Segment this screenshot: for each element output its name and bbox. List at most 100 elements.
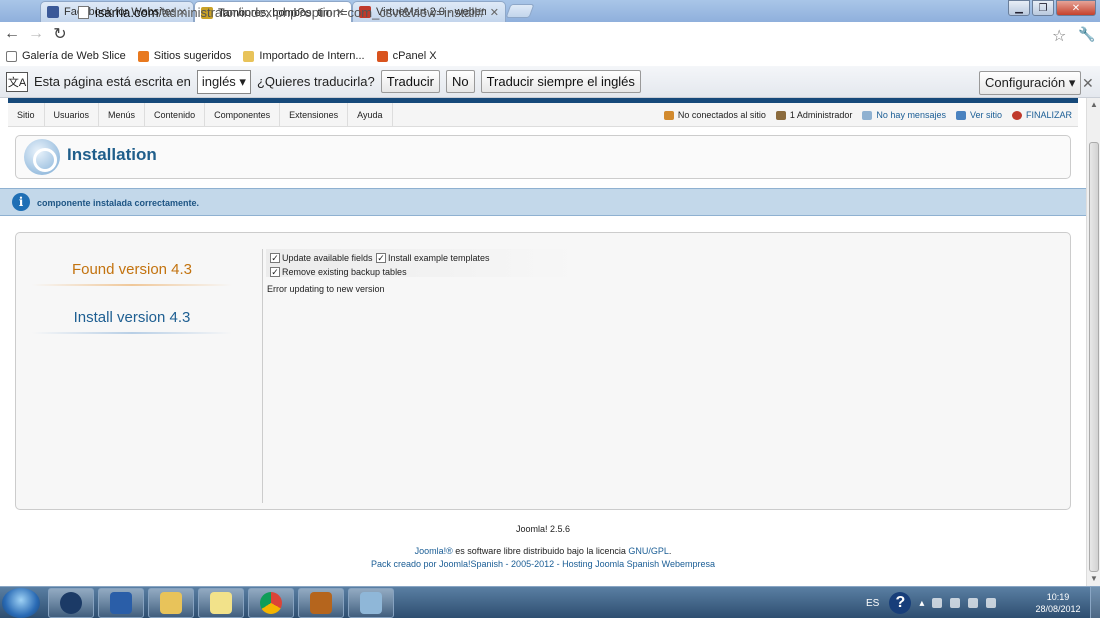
- windows-taskbar: ES ? ▴ 10:19 28/08/2012: [0, 586, 1100, 618]
- folder-icon: [160, 592, 182, 614]
- menu-extensiones[interactable]: Extensiones: [280, 103, 349, 127]
- system-message: i componente instalada correctamente.: [0, 188, 1086, 216]
- bookmark-imported-folder[interactable]: Importado de Intern...: [243, 50, 365, 62]
- bookmark-web-slice[interactable]: Galería de Web Slice: [6, 50, 126, 62]
- menu-ayuda[interactable]: Ayuda: [348, 103, 393, 127]
- menu-usuarios[interactable]: Usuarios: [45, 103, 100, 127]
- install-templates-checkbox[interactable]: ✓: [376, 253, 386, 263]
- language-select[interactable]: inglés ▾: [196, 69, 251, 94]
- no-translate-button[interactable]: No: [445, 70, 475, 93]
- sticky-note-icon: [210, 592, 232, 614]
- status-label: 1 Administrador: [789, 110, 853, 120]
- power-icon: [1011, 110, 1022, 120]
- facebook-favicon-icon: [47, 6, 59, 18]
- address-bar[interactable]: isarria.com /administrator/index.php?opt…: [78, 1, 1072, 23]
- app-icon: [360, 592, 382, 614]
- taskbar-hp[interactable]: [48, 588, 94, 618]
- translate-bar: 文A Esta página está escrita en inglés ▾ …: [0, 66, 1100, 98]
- menu-sitio[interactable]: Sitio: [8, 103, 45, 127]
- flag-icon[interactable]: [950, 598, 961, 608]
- chevron-down-icon: ▾: [1068, 75, 1076, 90]
- error-message: Error updating to new version: [267, 284, 385, 294]
- remove-backup-option[interactable]: ✓ Remove existing backup tables: [270, 267, 407, 277]
- config-label: Configuración: [985, 75, 1066, 90]
- admin-status-bar: No conectados al sitio 1 Administrador N…: [654, 103, 1072, 127]
- vertical-scrollbar[interactable]: ▲ ▼: [1086, 98, 1100, 586]
- gpl-link[interactable]: GNU/GPL: [628, 546, 669, 556]
- taskbar-notes[interactable]: [198, 588, 244, 618]
- language-indicator[interactable]: ES: [866, 598, 879, 609]
- clock-time: 10:19: [1046, 592, 1070, 602]
- page-header: Installation: [15, 135, 1071, 179]
- url-path: /administrator/index.php?option=com_csvi…: [158, 4, 485, 20]
- taskbar-chrome[interactable]: [248, 588, 294, 618]
- menu-menus[interactable]: Menús: [99, 103, 146, 127]
- house-icon: [310, 592, 332, 614]
- status-admins: 1 Administrador: [775, 110, 853, 120]
- cpanel-icon: [376, 50, 388, 62]
- help-icon[interactable]: ?: [889, 592, 912, 614]
- install-panel: Found version 4.3 Install version 4.3 ✓ …: [15, 232, 1071, 510]
- always-translate-button[interactable]: Traducir siempre el inglés: [480, 70, 641, 93]
- network-icon[interactable]: [968, 598, 979, 608]
- license-line: Joomla!® es software libre distribuido b…: [0, 546, 1086, 556]
- checkmark-icon: [110, 592, 132, 614]
- update-fields-checkbox[interactable]: ✓: [270, 253, 280, 263]
- tray-expand-icon[interactable]: ▴: [919, 598, 924, 609]
- taskbar-explorer[interactable]: [148, 588, 194, 618]
- status-messages[interactable]: No hay mensajes: [862, 110, 946, 120]
- taskbar-app[interactable]: [348, 588, 394, 618]
- scrollbar-thumb[interactable]: [1089, 142, 1099, 572]
- messages-icon: [862, 110, 873, 120]
- scroll-up-icon[interactable]: ▲: [1090, 100, 1098, 109]
- install-version-underline: [32, 332, 232, 334]
- clock-date: 28/08/2012: [1035, 604, 1081, 614]
- license-end: .: [668, 546, 672, 556]
- forward-icon[interactable]: →: [24, 23, 48, 45]
- option-label: Update available fields: [282, 253, 373, 263]
- page-viewport: Sitio Usuarios Menús Contenido Component…: [0, 98, 1086, 586]
- system-tray: ES ? ▴: [866, 587, 1000, 618]
- monitor-icon: [955, 110, 966, 120]
- volume-icon[interactable]: [986, 598, 997, 608]
- hp-icon: [60, 592, 82, 614]
- joomla-link[interactable]: Joomla!®: [415, 546, 453, 556]
- status-label: FINALIZAR: [1025, 110, 1072, 120]
- back-icon[interactable]: ←: [0, 23, 24, 45]
- battery-icon[interactable]: [932, 598, 943, 608]
- update-fields-option[interactable]: ✓ Update available fields: [270, 253, 373, 263]
- chrome-icon: [260, 592, 282, 614]
- reload-icon[interactable]: ↻: [48, 23, 72, 45]
- translate-button[interactable]: Traducir: [380, 70, 440, 93]
- taskbar-home-app[interactable]: [298, 588, 344, 618]
- found-version-link[interactable]: Found version 4.3: [32, 261, 232, 278]
- translate-question: ¿Quieres traducirla?: [256, 74, 375, 89]
- logout-link[interactable]: FINALIZAR: [1011, 110, 1072, 120]
- bookmark-star-icon[interactable]: ☆: [1052, 26, 1066, 46]
- users-icon: [663, 110, 674, 120]
- remove-backup-checkbox[interactable]: ✓: [270, 267, 280, 277]
- taskbar-checklist[interactable]: [98, 588, 144, 618]
- start-button[interactable]: [2, 588, 40, 618]
- menu-contenido[interactable]: Contenido: [145, 103, 206, 127]
- bookmark-cpanel[interactable]: cPanel X: [376, 50, 437, 62]
- wrench-icon[interactable]: 🔧: [1078, 26, 1095, 43]
- install-templates-option[interactable]: ✓ Install example templates: [376, 253, 490, 263]
- view-site-link[interactable]: Ver sitio: [955, 110, 1002, 120]
- translate-close-icon[interactable]: ✕: [1082, 75, 1094, 92]
- show-desktop-button[interactable]: [1090, 587, 1100, 618]
- info-icon: i: [12, 193, 30, 211]
- page-title: Installation: [67, 145, 157, 164]
- admin-menu-bar: Sitio Usuarios Menús Contenido Component…: [8, 103, 1078, 127]
- pack-credits-link[interactable]: Pack creado por Joomla!Spanish - 2005-20…: [0, 559, 1086, 569]
- scroll-down-icon[interactable]: ▼: [1090, 574, 1098, 583]
- menu-componentes[interactable]: Componentes: [205, 103, 281, 127]
- translate-config-button[interactable]: Configuración ▾: [979, 71, 1082, 95]
- admin-icon: [775, 110, 786, 120]
- clock[interactable]: 10:19 28/08/2012: [1030, 591, 1086, 615]
- install-version-link[interactable]: Install version 4.3: [32, 309, 232, 326]
- status-label: No hay mensajes: [876, 110, 946, 120]
- joomla-version: Joomla! 2.5.6: [515, 524, 571, 534]
- bookmark-suggested-sites[interactable]: Sitios sugeridos: [137, 50, 231, 62]
- status-label: Ver sitio: [969, 110, 1002, 120]
